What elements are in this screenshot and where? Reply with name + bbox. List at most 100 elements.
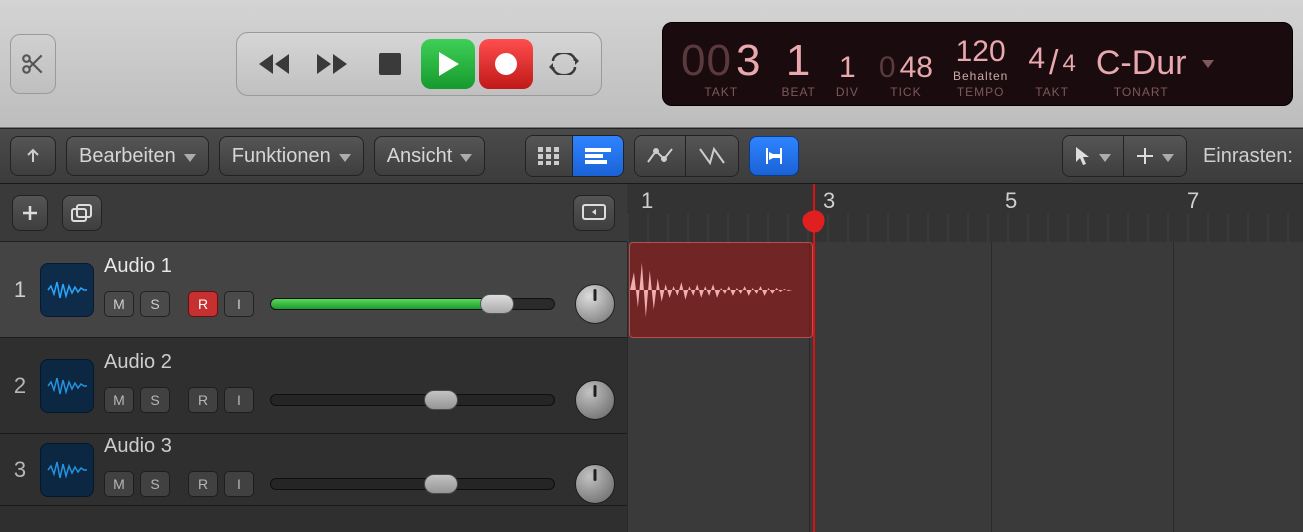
- volume-slider[interactable]: [270, 394, 555, 406]
- hide-inspector-button[interactable]: [10, 136, 56, 176]
- record-enable-button[interactable]: R: [188, 471, 218, 497]
- add-track-button[interactable]: [12, 195, 48, 231]
- lcd-key[interactable]: C-Dur TONART: [1086, 29, 1197, 99]
- input-monitor-button[interactable]: I: [224, 471, 254, 497]
- mute-button[interactable]: M: [104, 291, 134, 317]
- track-name[interactable]: Audio 3: [104, 435, 615, 458]
- lcd-bar-value: 3: [736, 39, 761, 83]
- stop-button[interactable]: [363, 39, 417, 89]
- fast-forward-icon: [315, 52, 349, 76]
- lcd-bar[interactable]: 00 3 TAKT: [671, 29, 771, 99]
- functions-menu[interactable]: Funktionen: [219, 136, 364, 176]
- tracks-toolbar: Bearbeiten Funktionen Ansicht: [0, 128, 1303, 184]
- chevron-down-icon: [184, 145, 196, 168]
- chevron-down-icon: [460, 145, 472, 168]
- volume-slider[interactable]: [270, 298, 555, 310]
- play-button[interactable]: [421, 39, 475, 89]
- track-row[interactable]: 2 Audio 2 M S R I: [0, 338, 627, 434]
- functions-menu-label: Funktionen: [232, 145, 331, 168]
- region-view-segment: [525, 135, 624, 177]
- catch-icon: [762, 146, 786, 166]
- ruler-bar-number: 7: [1187, 188, 1199, 214]
- solo-button[interactable]: S: [140, 387, 170, 413]
- rewind-icon: [257, 52, 291, 76]
- track-buttons: M S R I: [104, 380, 615, 420]
- lcd-tick[interactable]: 0 48 TICK: [869, 29, 943, 99]
- record-enable-button[interactable]: R: [188, 387, 218, 413]
- automation-icon: [647, 147, 673, 165]
- track-icon[interactable]: [40, 263, 94, 317]
- mute-button[interactable]: M: [104, 387, 134, 413]
- track-name[interactable]: Audio 1: [104, 255, 615, 278]
- playhead[interactable]: [813, 184, 815, 532]
- track-row[interactable]: 1 Audio 1 M S R I: [0, 242, 627, 338]
- track-name[interactable]: Audio 2: [104, 351, 615, 374]
- region-grid-button[interactable]: [526, 136, 573, 176]
- cycle-button[interactable]: [537, 39, 591, 89]
- view-menu[interactable]: Ansicht: [374, 136, 486, 176]
- pan-knob[interactable]: [575, 284, 615, 324]
- lcd-beat-label: BEAT: [781, 85, 815, 99]
- track-number: 3: [0, 457, 40, 483]
- chevron-down-icon: [339, 145, 351, 168]
- edit-menu[interactable]: Bearbeiten: [66, 136, 209, 176]
- screen-icon: [582, 204, 606, 222]
- lcd-tick-label: TICK: [890, 85, 921, 99]
- automation-button[interactable]: [635, 136, 686, 176]
- track-row[interactable]: 3 Audio 3 M S R I: [0, 434, 627, 506]
- flex-icon: [698, 147, 726, 165]
- cycle-area[interactable]: [627, 214, 1303, 242]
- lcd-display: 00 3 TAKT 1 BEAT 1 DIV 0 48 TICK 120 Beh…: [662, 22, 1293, 106]
- lcd-bar-label: TAKT: [704, 85, 738, 99]
- fast-forward-button[interactable]: [305, 39, 359, 89]
- marquee-icon: [1136, 147, 1154, 165]
- input-monitor-button[interactable]: I: [224, 291, 254, 317]
- scissors-tool-button[interactable]: [10, 34, 56, 94]
- lcd-div-label: DIV: [836, 85, 859, 99]
- record-enable-button[interactable]: R: [188, 291, 218, 317]
- region-bars-icon: [585, 148, 611, 164]
- lcd-tempo[interactable]: 120 Behalten TEMPO: [943, 29, 1018, 99]
- track-buttons: M S R I: [104, 464, 615, 504]
- track-headers: 1 Audio 1 M S R I: [0, 184, 627, 532]
- lcd-tick-prefix: 0: [879, 53, 896, 83]
- lcd-dropdown[interactable]: [1197, 29, 1219, 99]
- lcd-div[interactable]: 1 DIV: [826, 29, 869, 99]
- track-icon[interactable]: [40, 443, 94, 497]
- lcd-tsig[interactable]: 4 / 4 TAKT: [1018, 29, 1086, 99]
- volume-slider[interactable]: [270, 478, 555, 490]
- input-monitor-button[interactable]: I: [224, 387, 254, 413]
- track-number: 2: [0, 373, 40, 399]
- lcd-key-value: C-Dur: [1096, 44, 1187, 83]
- waveform-icon: [47, 458, 87, 482]
- track-icon[interactable]: [40, 359, 94, 413]
- duplicate-track-button[interactable]: [62, 195, 102, 231]
- track-number: 1: [0, 277, 40, 303]
- grid-icon: [538, 147, 560, 165]
- chevron-down-icon: [1099, 145, 1111, 168]
- lcd-tsig-label: TAKT: [1035, 85, 1069, 99]
- snap-label: Einrasten:: [1203, 145, 1293, 168]
- solo-button[interactable]: S: [140, 291, 170, 317]
- solo-button[interactable]: S: [140, 471, 170, 497]
- lcd-tsig-den: 4: [1062, 52, 1075, 76]
- global-tracks-button[interactable]: [573, 195, 615, 231]
- track-header-toolbar: [0, 184, 627, 242]
- record-button[interactable]: [479, 39, 533, 89]
- left-tool-menu[interactable]: [1063, 136, 1124, 176]
- rewind-button[interactable]: [247, 39, 301, 89]
- right-tool-menu[interactable]: [1124, 136, 1186, 176]
- region-name-button[interactable]: [573, 136, 623, 176]
- catch-playhead-button[interactable]: [749, 136, 799, 176]
- track-main: Audio 1 M S R I: [104, 255, 627, 324]
- lcd-beat[interactable]: 1 BEAT: [771, 29, 825, 99]
- ruler-bar-number: 1: [641, 188, 653, 214]
- pan-knob[interactable]: [575, 464, 615, 504]
- pan-knob[interactable]: [575, 380, 615, 420]
- flex-button[interactable]: [686, 136, 738, 176]
- mute-button[interactable]: M: [104, 471, 134, 497]
- lcd-div-value: 1: [839, 53, 856, 83]
- timeline-ruler[interactable]: 1 3 5 7: [627, 184, 1303, 242]
- transport-controls: [236, 32, 602, 96]
- audio-region[interactable]: [629, 242, 813, 338]
